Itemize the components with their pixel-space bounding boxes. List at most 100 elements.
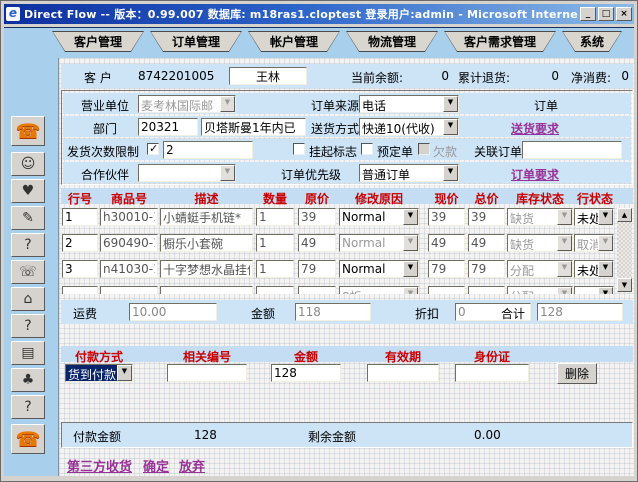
- sidebar-hand-query-button[interactable]: ?: [11, 314, 45, 338]
- ship-limit-input[interactable]: [163, 141, 253, 159]
- col-modify-reason: 修改原因: [339, 190, 419, 207]
- customer-face-icon: ☺: [21, 157, 36, 171]
- line-status-combo[interactable]: 取消: [574, 234, 614, 252]
- delete-button[interactable]: 删除: [557, 363, 597, 384]
- department-code-input[interactable]: [138, 118, 198, 136]
- reason-combo[interactable]: 8折: [339, 286, 419, 294]
- line-no-input[interactable]: [62, 260, 98, 278]
- tab-logistics-management[interactable]: 物流管理: [346, 31, 438, 52]
- orig-price-input[interactable]: [298, 234, 336, 252]
- business-unit-combo[interactable]: 麦考林国际邮: [138, 95, 236, 113]
- desc-input[interactable]: [160, 208, 253, 226]
- tab-system[interactable]: 系统: [562, 31, 622, 52]
- desc-input[interactable]: [160, 260, 253, 278]
- total-price-input[interactable]: [468, 286, 505, 294]
- line-no-input[interactable]: [62, 286, 98, 294]
- stock-status-combo[interactable]: 缺货: [507, 234, 573, 252]
- sidebar-hand-note-button[interactable]: ✎: [11, 206, 45, 230]
- sidebar-customer-info-button[interactable]: ☺: [11, 152, 45, 176]
- tab-order-management[interactable]: 订单管理: [150, 31, 242, 52]
- sidebar-phone-order-bottom-button[interactable]: ☎: [11, 424, 45, 454]
- third-party-receive-link[interactable]: 第三方收货: [67, 456, 132, 475]
- amount-label: 金额: [251, 305, 275, 322]
- desc-input[interactable]: [160, 234, 253, 252]
- items-scrollbar[interactable]: [617, 208, 632, 292]
- cur-price-input[interactable]: [428, 234, 465, 252]
- reason-combo[interactable]: Normal: [339, 208, 419, 226]
- desc-input[interactable]: [160, 286, 253, 294]
- sku-input[interactable]: [100, 286, 158, 294]
- freight-input[interactable]: [129, 303, 217, 321]
- scroll-up-button[interactable]: [617, 208, 632, 222]
- id-card-input[interactable]: [455, 364, 529, 382]
- ref-no-input[interactable]: [167, 364, 247, 382]
- expiry-input[interactable]: [367, 364, 439, 382]
- scroll-down-button[interactable]: [617, 278, 632, 292]
- col-expiry: 有效期: [367, 348, 439, 365]
- line-status-combo[interactable]: [574, 286, 614, 294]
- orig-price-input[interactable]: [298, 286, 336, 294]
- chevron-down-icon: [443, 119, 458, 135]
- confirm-link[interactable]: 确定: [143, 456, 169, 475]
- sidebar-phone-order-top-button[interactable]: ☎: [11, 116, 45, 146]
- preorder-checkbox[interactable]: [361, 143, 373, 155]
- order-source-combo[interactable]: 电话: [359, 95, 459, 113]
- tab-account-management[interactable]: 帐户管理: [248, 31, 340, 52]
- cur-price-input[interactable]: [428, 208, 465, 226]
- tab-customer-management[interactable]: 客户管理: [52, 31, 144, 52]
- tab-customer-demand-management[interactable]: 客户需求管理: [444, 31, 556, 52]
- hold-flag-checkbox[interactable]: [293, 143, 305, 155]
- stock-status-value: 分配: [508, 287, 557, 294]
- line-no-input[interactable]: [62, 208, 98, 226]
- reason-combo[interactable]: Normal: [339, 260, 419, 278]
- total-price-input[interactable]: [468, 260, 505, 278]
- sidebar-help-button[interactable]: ?: [11, 395, 45, 419]
- reason-combo[interactable]: Normal: [339, 234, 419, 252]
- cur-price-input[interactable]: [428, 286, 465, 294]
- priority-combo[interactable]: 普通订单: [359, 164, 459, 182]
- department-note-input[interactable]: [201, 118, 306, 136]
- sku-input[interactable]: [100, 208, 158, 226]
- sku-input[interactable]: [100, 260, 158, 278]
- sidebar-catalog-button[interactable]: ▤: [11, 341, 45, 365]
- orig-price-input[interactable]: [298, 208, 336, 226]
- abandon-link[interactable]: 放弃: [179, 456, 205, 475]
- delivery-method-combo[interactable]: 快递10(代收): [359, 118, 459, 136]
- minimize-button[interactable]: _: [580, 7, 596, 21]
- line-status-combo[interactable]: 未处: [574, 260, 614, 278]
- customer-name-input[interactable]: [229, 67, 307, 85]
- sidebar-phone-dial-button[interactable]: ☏: [11, 260, 45, 284]
- sidebar-home-button[interactable]: ⌂: [11, 287, 45, 311]
- line-status-combo[interactable]: 未处: [574, 208, 614, 226]
- sidebar-plant-button[interactable]: ♣: [11, 368, 45, 392]
- cur-price-input[interactable]: [428, 260, 465, 278]
- sidebar-gift-query-button[interactable]: ?: [11, 233, 45, 257]
- sum-label: 合计: [501, 305, 525, 322]
- qty-input[interactable]: [256, 260, 294, 278]
- qty-input[interactable]: [256, 286, 294, 294]
- sidebar-customer-favorite-button[interactable]: ♥: [11, 179, 45, 203]
- line-no-input[interactable]: [62, 234, 98, 252]
- close-button[interactable]: ×: [616, 7, 632, 21]
- amount-input[interactable]: [295, 303, 371, 321]
- qty-input[interactable]: [256, 234, 294, 252]
- stock-status-combo[interactable]: 分配: [507, 286, 573, 294]
- linked-order-input[interactable]: [522, 141, 622, 159]
- sum-input[interactable]: [537, 303, 623, 321]
- partner-combo[interactable]: [138, 164, 236, 182]
- payment-method-combo[interactable]: 货到付款: [65, 364, 133, 382]
- line-status-value: 未处: [575, 261, 598, 277]
- sku-input[interactable]: [100, 234, 158, 252]
- col-line-no: 行号: [62, 190, 98, 207]
- delivery-requirements-link[interactable]: 送货要求: [511, 120, 559, 137]
- pay-amount-input[interactable]: [271, 364, 341, 382]
- orig-price-input[interactable]: [298, 260, 336, 278]
- ship-limit-checkbox[interactable]: [147, 143, 159, 155]
- stock-status-combo[interactable]: 分配: [507, 260, 573, 278]
- order-requirements-link[interactable]: 订单要求: [511, 166, 559, 183]
- qty-input[interactable]: [256, 208, 294, 226]
- maximize-button[interactable]: □: [598, 7, 614, 21]
- total-price-input[interactable]: [468, 234, 505, 252]
- total-price-input[interactable]: [468, 208, 505, 226]
- stock-status-combo[interactable]: 缺货: [507, 208, 573, 226]
